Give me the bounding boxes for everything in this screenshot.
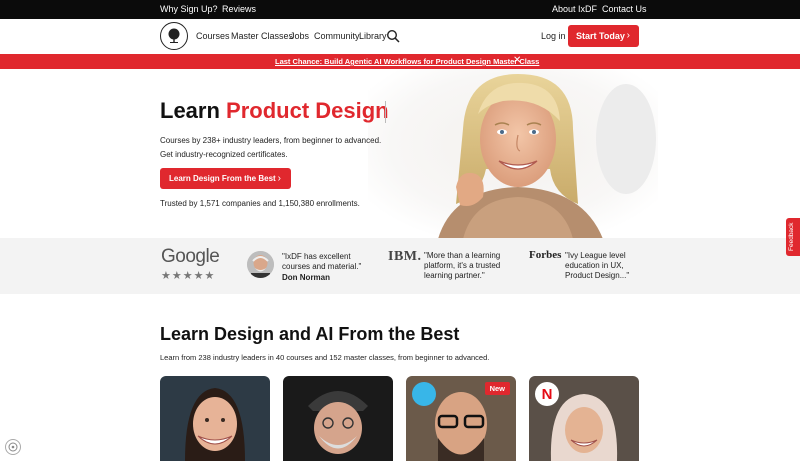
search-icon[interactable] xyxy=(386,29,400,43)
testimonials-strip: Google ★★★★★ "IxDF has excellent courses… xyxy=(0,238,800,294)
trusted-by-text: Trusted by 1,571 companies and 1,150,380… xyxy=(160,199,360,208)
norman-quote-line2: courses and material." xyxy=(282,262,362,271)
nav-library[interactable]: Library xyxy=(359,31,387,41)
app-logo-icon xyxy=(412,382,436,406)
norman-quote-line1: "IxDF has excellent xyxy=(282,252,351,261)
feedback-label: Feedback xyxy=(788,222,795,251)
hero-portrait-image xyxy=(368,69,658,239)
tree-logo-icon[interactable] xyxy=(160,22,188,50)
hero-title-accent: Product Design xyxy=(226,98,389,123)
typing-caret xyxy=(385,101,386,123)
hero-subtitle-line2: Get industry-recognized certificates. xyxy=(160,150,288,159)
ibm-quote: "More than a learning platform, it's a t… xyxy=(424,251,500,281)
forbes-quote-line3: Product Design..." xyxy=(565,271,630,280)
why-sign-up-link[interactable]: Why Sign Up? xyxy=(160,4,218,14)
hero-subtitle-line1: Courses by 238+ industry leaders, from b… xyxy=(160,136,382,145)
forbes-quote-line1: "Ivy League level xyxy=(565,251,626,260)
forbes-quote-line2: education in UX, xyxy=(565,261,624,270)
ibm-quote-line2: platform, it's a trusted xyxy=(424,261,501,270)
main-navigation: Courses Master Classes Jobs Community Li… xyxy=(0,19,800,54)
feedback-tab[interactable]: Feedback xyxy=(786,218,800,256)
instructor-card[interactable] xyxy=(160,376,270,461)
cookie-settings-icon[interactable] xyxy=(5,439,21,455)
start-today-label: Start Today xyxy=(576,31,625,41)
instructor-card[interactable] xyxy=(283,376,393,461)
star-rating: ★★★★★ xyxy=(161,270,216,282)
about-ixdf-link[interactable]: About IxDF xyxy=(552,4,597,14)
reviews-link[interactable]: Reviews xyxy=(222,4,256,14)
close-icon[interactable]: ✕ xyxy=(513,55,521,66)
ibm-quote-line1: "More than a learning xyxy=(424,251,501,260)
nav-community[interactable]: Community xyxy=(314,31,360,41)
section-title: Learn Design and AI From the Best xyxy=(160,324,460,344)
promo-link[interactable]: Last Chance: Build Agentic AI Workflows … xyxy=(275,57,539,66)
norman-quote: "IxDF has excellent courses and material… xyxy=(282,252,361,283)
forbes-logo: Forbes xyxy=(529,249,562,261)
don-norman-avatar xyxy=(247,251,274,278)
promo-banner: Last Chance: Build Agentic AI Workflows … xyxy=(0,54,800,69)
instructor-card[interactable]: New xyxy=(406,376,516,461)
nav-jobs[interactable]: Jobs xyxy=(290,31,309,41)
instructor-card[interactable]: N xyxy=(529,376,639,461)
new-badge: New xyxy=(484,382,510,395)
hero-title: Learn Product Design xyxy=(160,98,389,124)
learn-design-button[interactable]: Learn Design From the Best › xyxy=(160,168,291,189)
nav-master-classes[interactable]: Master Classes xyxy=(231,31,293,41)
google-logo: Google xyxy=(161,246,220,267)
login-link[interactable]: Log in xyxy=(541,31,566,41)
chevron-right-icon: › xyxy=(277,173,281,184)
forbes-quote: "Ivy League level education in UX, Produ… xyxy=(565,251,629,281)
section-subtitle: Learn from 238 industry leaders in 40 co… xyxy=(160,353,490,362)
norman-name: Don Norman xyxy=(282,273,330,282)
contact-us-link[interactable]: Contact Us xyxy=(602,4,647,14)
nav-courses[interactable]: Courses xyxy=(196,31,230,41)
hero-title-prefix: Learn xyxy=(160,98,227,123)
chevron-right-icon: › xyxy=(626,30,630,41)
netflix-logo-icon: N xyxy=(535,382,559,406)
top-utility-bar: Why Sign Up? Reviews About IxDF Contact … xyxy=(0,0,800,19)
ibm-quote-line3: learning partner." xyxy=(424,271,485,280)
start-today-button[interactable]: Start Today › xyxy=(568,25,639,47)
ibm-logo: IBM. xyxy=(388,249,422,264)
learn-design-label: Learn Design From the Best xyxy=(169,174,276,183)
